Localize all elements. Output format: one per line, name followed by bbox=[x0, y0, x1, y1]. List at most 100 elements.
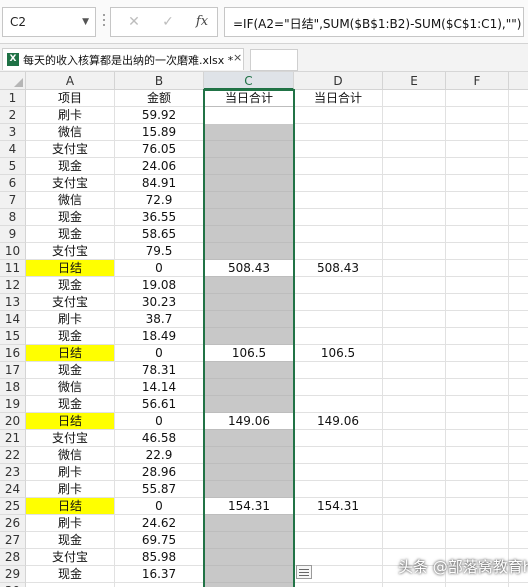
cell-g[interactable] bbox=[509, 277, 528, 294]
cell-a[interactable]: 微信 bbox=[26, 447, 115, 464]
column-header-c[interactable]: C bbox=[204, 72, 294, 90]
cell-e[interactable] bbox=[383, 260, 446, 277]
row-header[interactable]: 8 bbox=[0, 209, 26, 226]
cell-e[interactable] bbox=[383, 498, 446, 515]
cell-b[interactable] bbox=[115, 583, 204, 587]
cell-g[interactable] bbox=[509, 90, 528, 107]
name-box[interactable]: C2 ▼ bbox=[2, 7, 96, 37]
cell-c[interactable] bbox=[204, 141, 294, 158]
row-header[interactable]: 7 bbox=[0, 192, 26, 209]
cell-g[interactable] bbox=[509, 243, 528, 260]
cell-e[interactable] bbox=[383, 124, 446, 141]
cell-b[interactable]: 0 bbox=[115, 498, 204, 515]
cell-a[interactable]: 日结 bbox=[26, 413, 115, 430]
cell-a[interactable]: 支付宝 bbox=[26, 430, 115, 447]
cell-g[interactable] bbox=[509, 175, 528, 192]
select-all-button[interactable] bbox=[0, 72, 26, 90]
cell-d[interactable] bbox=[294, 430, 383, 447]
column-header-a[interactable]: A bbox=[26, 72, 115, 90]
row-header[interactable]: 14 bbox=[0, 311, 26, 328]
cell-b[interactable]: 18.49 bbox=[115, 328, 204, 345]
insert-function-icon[interactable]: fx bbox=[191, 13, 213, 31]
cell-d[interactable]: 508.43 bbox=[294, 260, 383, 277]
cell-b[interactable]: 58.65 bbox=[115, 226, 204, 243]
cell-e[interactable] bbox=[383, 583, 446, 587]
cell-e[interactable] bbox=[383, 430, 446, 447]
cell-d[interactable] bbox=[294, 175, 383, 192]
cell-e[interactable] bbox=[383, 209, 446, 226]
cell-e[interactable] bbox=[383, 107, 446, 124]
cell-f[interactable] bbox=[446, 158, 509, 175]
cell-c[interactable] bbox=[204, 481, 294, 498]
cell-a[interactable]: 现金 bbox=[26, 277, 115, 294]
cell-b[interactable]: 0 bbox=[115, 260, 204, 277]
cell-b[interactable]: 85.98 bbox=[115, 549, 204, 566]
cell-c[interactable] bbox=[204, 192, 294, 209]
cell-b[interactable]: 36.55 bbox=[115, 209, 204, 226]
cell-d[interactable] bbox=[294, 294, 383, 311]
cell-c[interactable] bbox=[204, 566, 294, 583]
cell-f[interactable] bbox=[446, 192, 509, 209]
row-header[interactable]: 17 bbox=[0, 362, 26, 379]
cell-d[interactable] bbox=[294, 549, 383, 566]
cell-e[interactable] bbox=[383, 345, 446, 362]
quick-analysis-icon[interactable] bbox=[296, 565, 312, 579]
row-header[interactable]: 11 bbox=[0, 260, 26, 277]
cell-c[interactable] bbox=[204, 464, 294, 481]
cell-c[interactable] bbox=[204, 294, 294, 311]
chevron-down-icon[interactable]: ▼ bbox=[82, 17, 89, 27]
cell-f[interactable] bbox=[446, 277, 509, 294]
cell-g[interactable] bbox=[509, 260, 528, 277]
cell-e[interactable] bbox=[383, 192, 446, 209]
cell-c[interactable] bbox=[204, 532, 294, 549]
cell-f[interactable] bbox=[446, 498, 509, 515]
cell-d[interactable] bbox=[294, 277, 383, 294]
cell-e[interactable] bbox=[383, 532, 446, 549]
cell-a[interactable]: 现金 bbox=[26, 532, 115, 549]
cell-d[interactable] bbox=[294, 532, 383, 549]
cell-e[interactable] bbox=[383, 90, 446, 107]
cell-b[interactable]: 0 bbox=[115, 345, 204, 362]
cell-a[interactable]: 日结 bbox=[26, 498, 115, 515]
column-header-f[interactable]: F bbox=[446, 72, 509, 90]
workbook-tab[interactable]: X 每天的收入核算都是出纳的一次磨难.xlsx * × bbox=[2, 48, 244, 70]
cell-a[interactable]: 刷卡 bbox=[26, 107, 115, 124]
row-header[interactable]: 19 bbox=[0, 396, 26, 413]
row-header[interactable]: 20 bbox=[0, 413, 26, 430]
cell-d[interactable] bbox=[294, 481, 383, 498]
column-header-g[interactable] bbox=[509, 72, 528, 90]
cell-g[interactable] bbox=[509, 430, 528, 447]
cell-f[interactable] bbox=[446, 328, 509, 345]
cell-d[interactable] bbox=[294, 243, 383, 260]
cell-g[interactable] bbox=[509, 379, 528, 396]
cell-e[interactable] bbox=[383, 362, 446, 379]
cell-b[interactable]: 28.96 bbox=[115, 464, 204, 481]
cell-f[interactable] bbox=[446, 362, 509, 379]
cell-a[interactable]: 支付宝 bbox=[26, 243, 115, 260]
cell-g[interactable] bbox=[509, 328, 528, 345]
cell-f[interactable] bbox=[446, 515, 509, 532]
row-header[interactable]: 27 bbox=[0, 532, 26, 549]
active-cell-c2[interactable] bbox=[205, 107, 293, 124]
cell-g[interactable] bbox=[509, 583, 528, 587]
cell-g[interactable] bbox=[509, 158, 528, 175]
cell-e[interactable] bbox=[383, 311, 446, 328]
cell-c[interactable] bbox=[204, 396, 294, 413]
cell-f[interactable] bbox=[446, 447, 509, 464]
cell-c[interactable]: 154.31 bbox=[204, 498, 294, 515]
row-header[interactable]: 1 bbox=[0, 90, 26, 107]
cell-b[interactable]: 22.9 bbox=[115, 447, 204, 464]
cell-e[interactable] bbox=[383, 226, 446, 243]
cell-a[interactable]: 现金 bbox=[26, 209, 115, 226]
cell-b[interactable]: 19.08 bbox=[115, 277, 204, 294]
row-header[interactable]: 21 bbox=[0, 430, 26, 447]
cell-c[interactable] bbox=[204, 158, 294, 175]
row-header[interactable]: 22 bbox=[0, 447, 26, 464]
cell-a[interactable]: 刷卡 bbox=[26, 311, 115, 328]
row-header[interactable]: 26 bbox=[0, 515, 26, 532]
cell-e[interactable] bbox=[383, 175, 446, 192]
cell-a[interactable]: 刷卡 bbox=[26, 515, 115, 532]
cell-b[interactable]: 0 bbox=[115, 413, 204, 430]
cell-g[interactable] bbox=[509, 141, 528, 158]
cell-d[interactable] bbox=[294, 158, 383, 175]
